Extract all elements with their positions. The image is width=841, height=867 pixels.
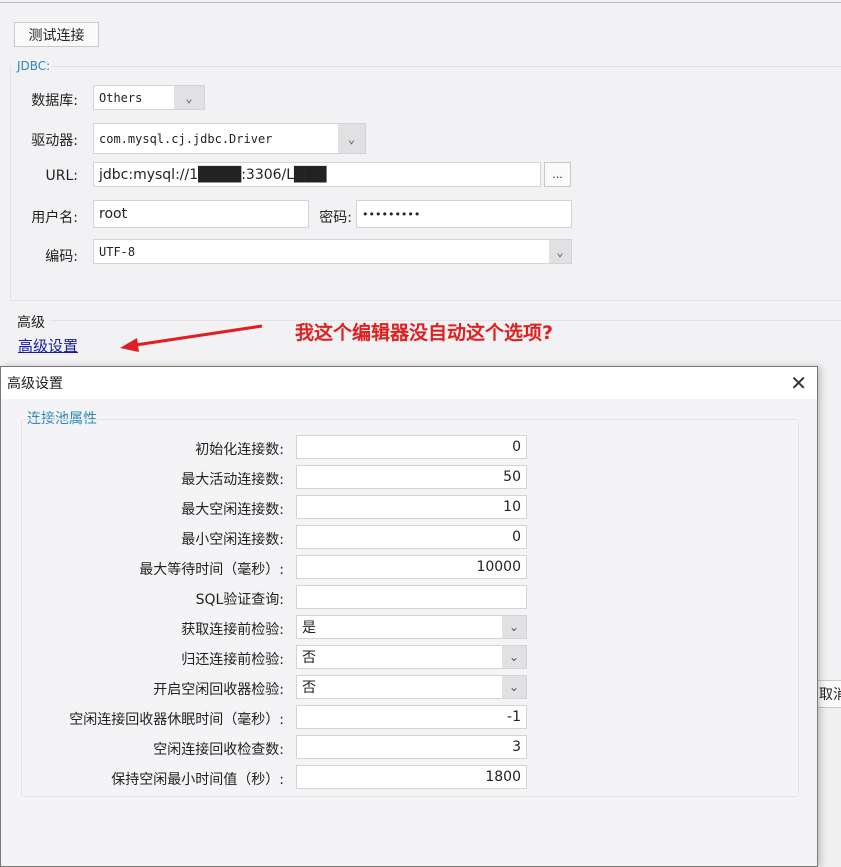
setting-label: 最大空闲连接数: (181, 502, 284, 518)
encoding-value: UTF-8 (99, 244, 136, 259)
pool-setting-row: 最小空闲连接数: 0 (22, 525, 542, 551)
background-table (818, 680, 841, 867)
test-connection-button[interactable]: 测试连接 (14, 22, 99, 47)
database-select[interactable]: Others ⌄ (93, 85, 205, 110)
url-browse-button[interactable]: ... (544, 162, 571, 187)
chevron-down-icon: ⌄ (549, 240, 571, 263)
setting-label: 获取连接前检验: (181, 622, 284, 638)
url-input[interactable]: jdbc:mysql://1████:3306/L███ (93, 162, 541, 187)
setting-label: 空闲连接回收检查数: (153, 742, 284, 758)
top-border (0, 2, 841, 3)
encoding-select[interactable]: UTF-8 ⌄ (93, 239, 572, 264)
pool-setting-row: SQL验证查询: (22, 585, 542, 611)
username-label: 用户名: (31, 210, 78, 226)
driver-select[interactable]: com.mysql.cj.jdbc.Driver ⌄ (93, 123, 366, 154)
pool-setting-row: 初始化连接数: 0 (22, 435, 542, 461)
setting-input[interactable]: -1 (296, 705, 527, 729)
driver-label: 驱动器: (31, 133, 78, 149)
divider (52, 66, 841, 67)
setting-label: 最小空闲连接数: (181, 532, 284, 548)
setting-select[interactable]: 是 ⌄ (296, 615, 527, 639)
database-label: 数据库: (31, 93, 78, 109)
dialog-titlebar: 高级设置 (1, 367, 817, 399)
close-icon[interactable]: ✕ (790, 371, 807, 395)
setting-input[interactable]: 0 (296, 525, 527, 549)
setting-label: 空闲连接回收器休眠时间（毫秒）: (69, 712, 284, 728)
arrow-annotation-icon (120, 324, 263, 352)
advanced-settings-dialog: 高级设置 ✕ 连接池属性 初始化连接数: 0 最大活动连接数: 50 最大空闲连接数: 1… (0, 366, 818, 867)
setting-select[interactable]: 否 ⌄ (296, 675, 527, 699)
username-input[interactable]: root (93, 200, 309, 228)
chevron-down-icon: ⌄ (502, 646, 526, 668)
pool-setting-row: 归还连接前检验: 否 ⌄ (22, 645, 542, 671)
setting-select[interactable]: 否 ⌄ (296, 645, 527, 669)
setting-input[interactable]: 10 (296, 495, 527, 519)
database-value: Others (99, 90, 143, 105)
pool-setting-row: 空闲连接回收检查数: 3 (22, 735, 542, 761)
chevron-down-icon: ⌄ (174, 86, 204, 109)
setting-input[interactable]: 10000 (296, 555, 527, 579)
setting-label: 最大活动连接数: (181, 472, 284, 488)
driver-value: com.mysql.cj.jdbc.Driver (99, 131, 273, 146)
setting-input[interactable] (296, 585, 527, 609)
setting-input[interactable]: 50 (296, 465, 527, 489)
pool-setting-row: 开启空闲回收器检验: 否 ⌄ (22, 675, 542, 701)
divider (10, 300, 841, 301)
chevron-down-icon: ⌄ (338, 124, 365, 153)
advanced-heading: 高级 (17, 315, 45, 331)
pool-setting-row: 保持空闲最小时间值（秒）: 1800 (22, 765, 542, 791)
setting-label: 保持空闲最小时间值（秒）: (111, 772, 284, 788)
divider (10, 66, 11, 300)
setting-label: 归还连接前检验: (181, 652, 284, 668)
setting-label: 最大等待时间（毫秒）: (139, 562, 284, 578)
connection-pool-group: 初始化连接数: 0 最大活动连接数: 50 最大空闲连接数: 10 最小空闲连接数: 0 最大等… (21, 419, 799, 797)
setting-value: 否 (302, 680, 316, 696)
chevron-down-icon: ⌄ (502, 676, 526, 698)
setting-input[interactable]: 1800 (296, 765, 527, 789)
url-label: URL: (45, 168, 79, 184)
annotation-text: 我这个编辑器没自动这个选项? (295, 322, 554, 344)
pool-setting-row: 最大活动连接数: 50 (22, 465, 542, 491)
encoding-label: 编码: (45, 249, 78, 265)
pool-setting-row: 最大等待时间（毫秒）: 10000 (22, 555, 542, 581)
setting-value: 否 (302, 650, 316, 666)
password-input[interactable]: ••••••••• (356, 200, 572, 228)
chevron-down-icon: ⌄ (502, 616, 526, 638)
advanced-settings-link[interactable]: 高级设置 (18, 335, 78, 356)
setting-label: SQL验证查询: (195, 592, 284, 608)
setting-label: 开启空闲回收器检验: (153, 682, 284, 698)
password-label: 密码: (319, 210, 352, 226)
setting-input[interactable]: 0 (296, 435, 527, 459)
setting-input[interactable]: 3 (296, 735, 527, 759)
pool-setting-row: 获取连接前检验: 是 ⌄ (22, 615, 542, 641)
pool-setting-row: 空闲连接回收器休眠时间（毫秒）: -1 (22, 705, 542, 731)
jdbc-group-title: JDBC: (17, 59, 51, 73)
dialog-title: 高级设置 (7, 376, 63, 392)
setting-label: 初始化连接数: (195, 442, 284, 458)
pool-setting-row: 最大空闲连接数: 10 (22, 495, 542, 521)
setting-value: 是 (302, 620, 316, 636)
